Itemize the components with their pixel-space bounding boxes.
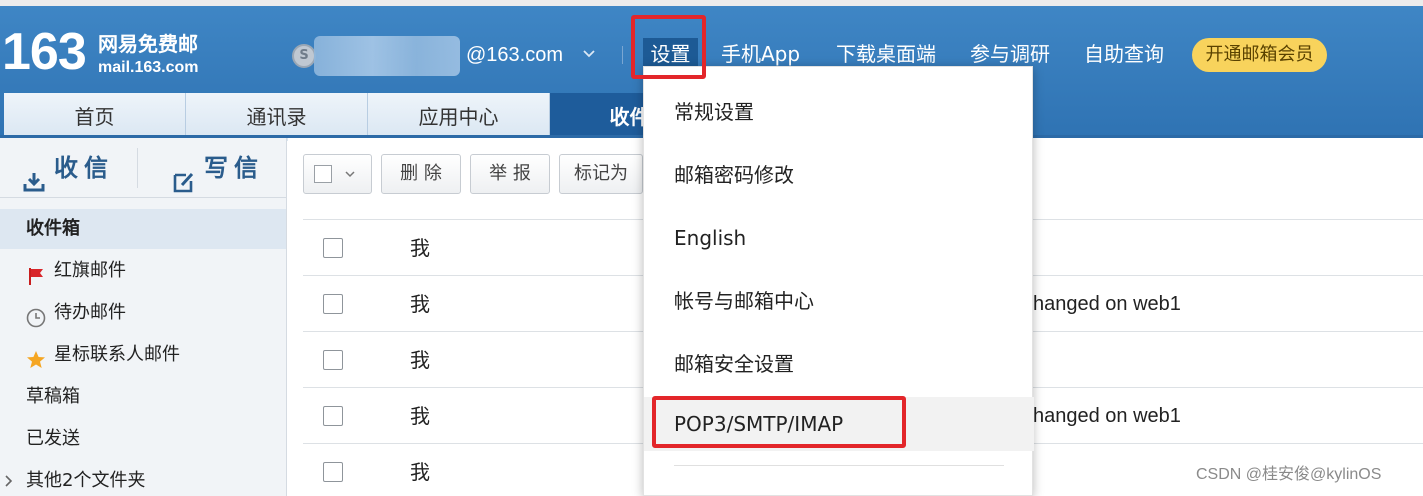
tab-contacts[interactable]: 通讯录: [186, 93, 368, 141]
menu-item-english[interactable]: English: [644, 207, 1034, 269]
menu-item-account-center[interactable]: 帐号与邮箱中心: [644, 270, 1034, 332]
menu-item-general-settings[interactable]: 常规设置: [644, 81, 1034, 143]
sidebar-item-inbox[interactable]: 收件箱: [0, 209, 286, 249]
mail-sender: 我: [410, 404, 430, 428]
menu-item-change-password[interactable]: 邮箱密码修改: [644, 144, 1034, 206]
star-icon: [26, 345, 46, 368]
receive-label: 收信: [54, 154, 114, 182]
compose-button[interactable]: 写信: [172, 138, 264, 198]
row-checkbox[interactable]: [323, 462, 343, 482]
compose-pencil-icon: [172, 156, 196, 193]
sidebar-item-sent[interactable]: 已发送: [0, 419, 286, 459]
logo-url: mail.163.com: [98, 59, 199, 76]
sidebar-item-starred[interactable]: 星标联系人邮件: [0, 335, 286, 375]
sidebar-item-label: 草稿箱: [26, 386, 80, 407]
account-coin-icon: S: [292, 44, 316, 68]
nav-download-desktop[interactable]: 下载桌面端: [836, 40, 936, 68]
menu-item-security-settings[interactable]: 邮箱安全设置: [644, 333, 1034, 395]
row-checkbox[interactable]: [323, 350, 343, 370]
compose-label: 写信: [204, 154, 264, 182]
sidebar-item-drafts[interactable]: 草稿箱: [0, 377, 286, 417]
mail-subject[interactable]: hanged on web1: [1033, 290, 1181, 318]
nav-mobile-app[interactable]: 手机App: [721, 40, 800, 68]
sidebar-item-label: 其他2个文件夹: [26, 470, 146, 491]
inbox-download-icon: [22, 156, 46, 192]
receive-button[interactable]: 收信: [22, 138, 114, 198]
sidebar: 收信 写信 收件箱 红旗邮件 待办邮件 星标联系人邮件 草稿箱 已发送 其他2个…: [0, 138, 287, 496]
sidebar-item-label: 收件箱: [26, 218, 80, 239]
sidebar-actions-separator: [137, 148, 138, 188]
chevron-right-icon[interactable]: [4, 461, 14, 496]
clock-icon: [26, 303, 46, 328]
chevron-down-icon[interactable]: [582, 46, 596, 64]
row-checkbox[interactable]: [323, 294, 343, 314]
sidebar-item-label: 已发送: [26, 428, 80, 449]
sidebar-item-other-folders[interactable]: 其他2个文件夹: [0, 461, 286, 496]
sidebar-item-todo[interactable]: 待办邮件: [0, 293, 286, 333]
nav-survey[interactable]: 参与调研: [970, 40, 1050, 68]
sidebar-item-label: 红旗邮件: [54, 260, 126, 281]
red-flag-icon: [26, 261, 46, 285]
tab-home[interactable]: 首页: [4, 93, 186, 141]
mail-sender: 我: [410, 236, 430, 260]
sidebar-actions: 收信 写信: [0, 138, 287, 198]
nav-self-service[interactable]: 自助查询: [1084, 40, 1164, 68]
account-name-blurred[interactable]: [314, 36, 460, 76]
select-all-checkbox[interactable]: [314, 165, 332, 183]
report-button[interactable]: 举 报: [470, 154, 550, 194]
sidebar-item-label: 待办邮件: [54, 302, 126, 323]
vip-button[interactable]: 开通邮箱会员: [1192, 38, 1327, 72]
row-checkbox[interactable]: [323, 238, 343, 258]
header-separator: [622, 46, 623, 64]
chevron-down-icon[interactable]: [344, 164, 356, 190]
menu-item-pop3-smtp-imap[interactable]: POP3/SMTP/IMAP: [644, 397, 1034, 451]
tab-app-center[interactable]: 应用中心: [368, 93, 550, 141]
mail-sender: 我: [410, 292, 430, 316]
logo-name: 网易免费邮: [98, 32, 198, 56]
logo-number[interactable]: 163: [2, 22, 87, 82]
mail-sender: 我: [410, 348, 430, 372]
sidebar-item-flagged[interactable]: 红旗邮件: [0, 251, 286, 291]
delete-button[interactable]: 删 除: [381, 154, 461, 194]
menu-divider: [674, 465, 1004, 466]
mark-as-button[interactable]: 标记为: [559, 154, 643, 194]
select-all-dropdown[interactable]: [303, 154, 372, 194]
mail-subject[interactable]: hanged on web1: [1033, 402, 1181, 430]
row-checkbox[interactable]: [323, 406, 343, 426]
settings-dropdown-menu: 常规设置 邮箱密码修改 English 帐号与邮箱中心 邮箱安全设置 POP3/…: [643, 66, 1034, 496]
mail-sender: 我: [410, 460, 430, 484]
account-domain[interactable]: @163.com: [466, 42, 563, 68]
sidebar-item-label: 星标联系人邮件: [54, 344, 180, 365]
watermark: CSDN @桂安俊@kylinOS: [1196, 466, 1382, 483]
